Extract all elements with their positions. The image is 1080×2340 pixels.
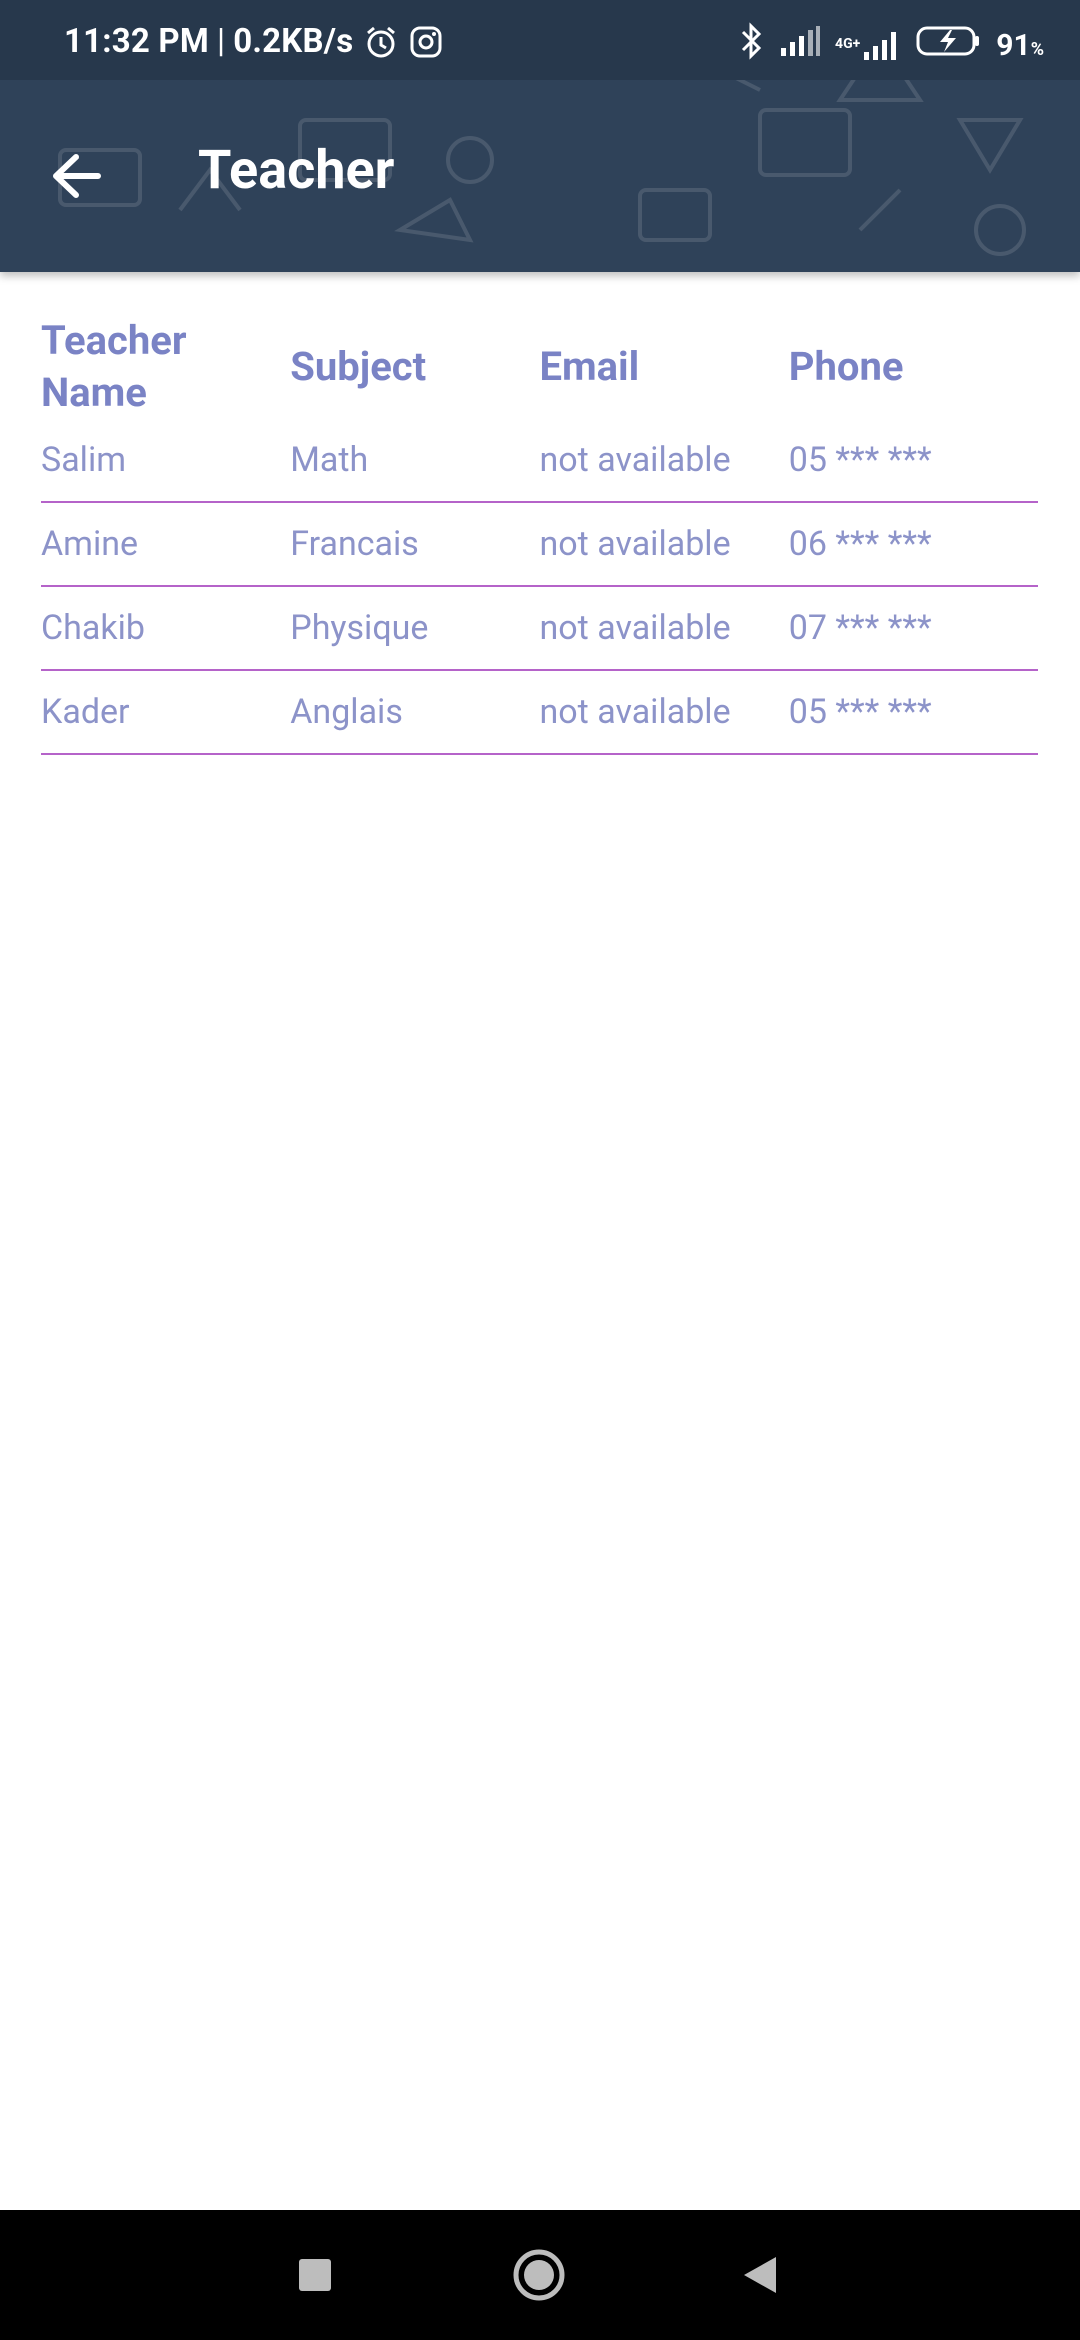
alarm-icon (363, 24, 399, 60)
status-bar-left: 11:32 PM | 0.2KB/s (64, 22, 443, 61)
cell-teacher-name: Kader (41, 692, 130, 732)
table-row: Kader Anglais not available 05 *** *** (41, 671, 1038, 755)
system-navigation-bar (0, 2210, 1080, 2340)
app-header: 11:32 PM | 0.2KB/s 4G+ 91% Teacher (0, 0, 1080, 272)
table-row: Chakib Physique not available 07 *** *** (41, 587, 1038, 671)
page-title: Teacher (198, 139, 395, 202)
toolbar: Teacher (0, 80, 1080, 272)
cell-subject: Francais (290, 524, 419, 564)
status-net-speed: 0.2KB/s (233, 22, 354, 61)
instagram-icon (409, 25, 443, 59)
battery-percent: 91% (996, 28, 1044, 63)
cell-teacher-name: Amine (41, 524, 139, 564)
network-type-label: 4G+ (835, 36, 861, 52)
column-header-subject: Subject (290, 343, 427, 390)
network-4g-signal-icon: 4G+ (835, 28, 902, 62)
signal-icon (779, 24, 821, 66)
teacher-table: Teacher Name Subject Email Phone Salim M… (41, 315, 1038, 755)
arrow-left-icon (53, 154, 101, 198)
back-button[interactable] (36, 136, 116, 216)
bluetooth-icon (739, 22, 765, 68)
table-header-row: Teacher Name Subject Email Phone (41, 315, 1038, 419)
cell-phone: 06 *** *** (788, 524, 932, 564)
triangle-back-icon (744, 2257, 776, 2293)
table-row: Amine Francais not available 06 *** *** (41, 503, 1038, 587)
column-header-phone: Phone (788, 343, 904, 390)
cell-teacher-name: Salim (41, 440, 127, 480)
back-nav-button[interactable] (700, 2210, 820, 2340)
circle-home-icon (513, 2249, 565, 2301)
status-bar-right: 4G+ 91% (739, 22, 1044, 68)
battery-charging-icon (916, 24, 982, 66)
column-header-teacher-name: Teacher Name (41, 317, 187, 416)
cell-email: not available (539, 608, 731, 648)
cell-email: not available (539, 524, 731, 564)
cell-phone: 07 *** *** (788, 608, 932, 648)
cell-phone: 05 *** *** (788, 692, 932, 732)
recents-button[interactable] (255, 2210, 375, 2340)
cell-phone: 05 *** *** (788, 440, 932, 480)
battery-unit: % (1030, 38, 1044, 60)
cell-subject: Physique (290, 608, 429, 648)
cell-subject: Anglais (290, 692, 403, 732)
table-row: Salim Math not available 05 *** *** (41, 419, 1038, 503)
battery-value: 91 (996, 27, 1031, 63)
column-header-email: Email (539, 343, 640, 390)
cell-subject: Math (290, 440, 369, 480)
cell-email: not available (539, 440, 731, 480)
status-time: 11:32 PM (64, 22, 209, 61)
home-button[interactable] (479, 2210, 599, 2340)
square-icon (299, 2259, 331, 2291)
cell-email: not available (539, 692, 731, 732)
cell-teacher-name: Chakib (41, 608, 145, 648)
status-separator: | (217, 22, 226, 61)
